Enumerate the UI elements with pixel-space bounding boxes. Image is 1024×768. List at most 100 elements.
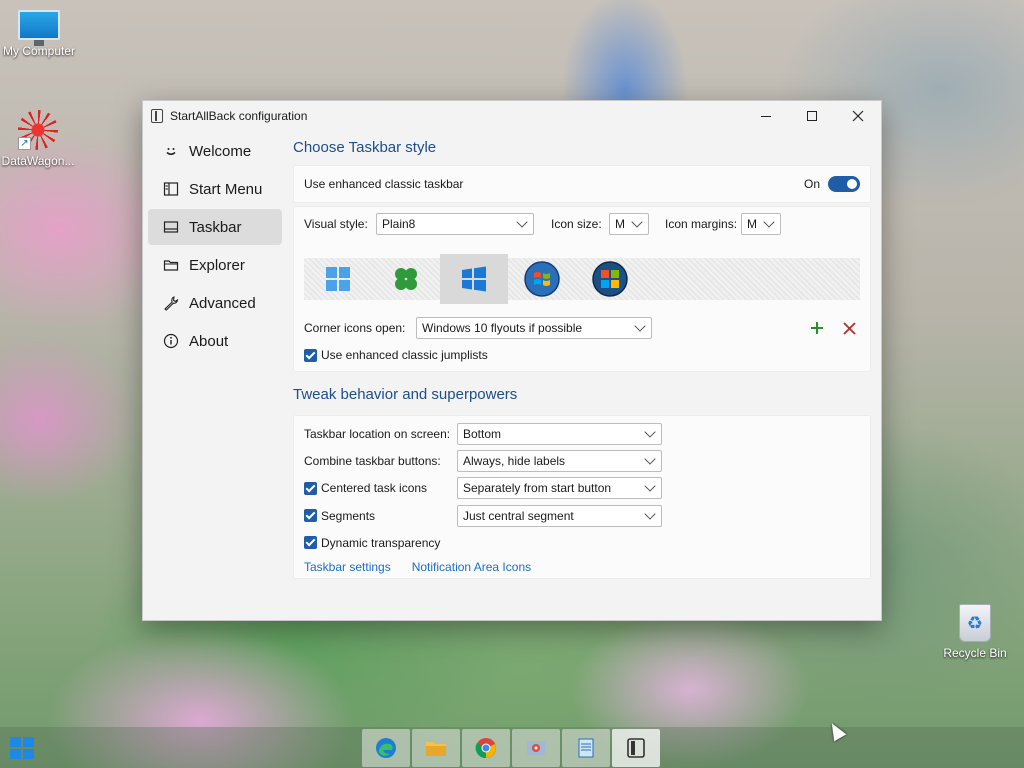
chevron-down-icon bbox=[644, 425, 656, 438]
taskbar-app-chrome[interactable] bbox=[462, 729, 510, 767]
taskbar-icon bbox=[162, 218, 180, 236]
taskbar-app-control-panel[interactable] bbox=[512, 729, 560, 767]
style-option-windows-11[interactable] bbox=[304, 258, 372, 300]
desktop-icon-my-computer[interactable]: My Computer bbox=[0, 10, 79, 58]
location-label: Taskbar location on screen: bbox=[304, 426, 451, 441]
segments-row: Segments Just central segment bbox=[294, 502, 870, 529]
title-bar[interactable]: StartAllBack configuration bbox=[143, 101, 881, 131]
taskbar-app-startallback[interactable] bbox=[612, 729, 660, 767]
enhanced-taskbar-label: Use enhanced classic taskbar bbox=[304, 177, 464, 191]
style-option-windows-7[interactable] bbox=[508, 258, 576, 300]
enhanced-taskbar-toggle[interactable] bbox=[828, 176, 860, 192]
start-button[interactable] bbox=[10, 737, 34, 759]
location-row: Taskbar location on screen: Bottom bbox=[294, 420, 870, 447]
sidebar-item-label: Advanced bbox=[189, 294, 256, 312]
enhanced-taskbar-row: Use enhanced classic taskbar On bbox=[293, 165, 871, 203]
centered-label: Centered task icons bbox=[321, 481, 428, 495]
section-title-tweak: Tweak behavior and superpowers bbox=[293, 386, 518, 403]
chrome-icon bbox=[475, 738, 496, 759]
visual-style-label: Visual style: bbox=[304, 217, 368, 231]
section-title-taskbar-style: Choose Taskbar style bbox=[293, 139, 437, 156]
sidebar-item-taskbar[interactable]: Taskbar bbox=[148, 209, 282, 245]
maximize-icon bbox=[807, 111, 817, 121]
chevron-down-icon bbox=[631, 216, 643, 228]
icon-margins-label: Icon margins: bbox=[665, 217, 738, 231]
segments-label: Segments bbox=[321, 508, 376, 523]
taskbar-style-panel: Visual style: Plain8 Icon size: M Icon m… bbox=[293, 206, 871, 372]
sidebar-item-start-menu[interactable]: Start Menu bbox=[148, 171, 282, 207]
sidebar-item-label: Welcome bbox=[189, 142, 252, 160]
jumplists-row[interactable]: Use enhanced classic jumplists bbox=[294, 345, 870, 365]
desktop-icon-recycle-bin[interactable]: ♻ Recycle Bin bbox=[935, 604, 1015, 660]
icon-size-select[interactable]: M bbox=[609, 213, 649, 235]
file-explorer-icon bbox=[426, 742, 446, 756]
plus-icon bbox=[811, 322, 823, 334]
location-select[interactable]: Bottom bbox=[457, 422, 662, 445]
chevron-down-icon bbox=[516, 216, 528, 228]
start-menu-icon bbox=[162, 180, 180, 198]
combine-value: Always, hide labels bbox=[463, 453, 566, 468]
centered-checkbox[interactable] bbox=[304, 481, 317, 495]
dynamic-transparency-row[interactable]: Dynamic transparency bbox=[294, 529, 870, 556]
icon-size-value: M bbox=[615, 217, 625, 231]
startallback-app-icon bbox=[151, 109, 163, 123]
notification-area-icons-link[interactable]: Notification Area Icons bbox=[412, 560, 531, 574]
chevron-down-icon bbox=[644, 480, 656, 492]
sidebar-item-welcome[interactable]: Welcome bbox=[148, 133, 282, 169]
remove-button[interactable] bbox=[838, 321, 860, 335]
close-red-icon bbox=[842, 321, 856, 335]
taskbar-app-file-explorer[interactable] bbox=[412, 729, 460, 767]
wrench-icon bbox=[162, 294, 180, 312]
content-area: Choose Taskbar style Use enhanced classi… bbox=[293, 133, 871, 579]
taskbar-style-options bbox=[304, 254, 860, 304]
dynamic-transparency-checkbox[interactable] bbox=[304, 536, 317, 549]
sidebar-item-about[interactable]: About bbox=[148, 323, 282, 359]
enhanced-taskbar-state: On bbox=[803, 177, 820, 191]
taskbar bbox=[0, 727, 1024, 768]
segments-toggle[interactable]: Segments bbox=[304, 509, 457, 523]
links-row: Taskbar settings Notification Area Icons bbox=[294, 556, 870, 578]
visual-style-value: Plain8 bbox=[382, 217, 416, 231]
sidebar-item-label: About bbox=[189, 332, 229, 350]
windows-11-style-icon bbox=[326, 267, 350, 291]
style-option-windows-10[interactable] bbox=[440, 254, 508, 304]
jumplists-label: Use enhanced classic jumplists bbox=[321, 348, 488, 362]
desktop-icon-datawagon[interactable]: ↗ DataWagon... bbox=[0, 110, 78, 168]
style-option-clover[interactable] bbox=[372, 258, 440, 300]
maximize-button[interactable] bbox=[789, 101, 835, 131]
notepad-icon bbox=[578, 738, 594, 758]
jumplists-checkbox[interactable] bbox=[304, 348, 317, 362]
combine-label: Combine taskbar buttons: bbox=[304, 453, 441, 468]
corner-icons-select[interactable]: Windows 10 flyouts if possible bbox=[416, 317, 652, 339]
chevron-down-icon bbox=[644, 452, 656, 465]
smile-icon bbox=[162, 142, 180, 160]
centered-toggle[interactable]: Centered task icons bbox=[304, 481, 457, 495]
taskbar-app-notepad[interactable] bbox=[562, 729, 610, 767]
minimize-button[interactable] bbox=[743, 101, 789, 131]
sidebar-item-label: Taskbar bbox=[189, 218, 242, 236]
close-button[interactable] bbox=[835, 101, 881, 131]
corner-icons-row: Corner icons open: Windows 10 flyouts if… bbox=[294, 316, 870, 340]
sidebar-item-label: Start Menu bbox=[189, 180, 263, 198]
centered-value: Separately from start button bbox=[463, 481, 612, 495]
style-option-windows-vista[interactable] bbox=[576, 258, 644, 300]
sidebar-item-advanced[interactable]: Advanced bbox=[148, 285, 282, 321]
datawagon-icon: ↗ bbox=[18, 110, 58, 150]
start-icon bbox=[10, 737, 21, 747]
taskbar-settings-link[interactable]: Taskbar settings bbox=[304, 560, 391, 574]
combine-select[interactable]: Always, hide labels bbox=[457, 449, 662, 472]
taskbar-app-edge[interactable] bbox=[362, 729, 410, 767]
segments-checkbox[interactable] bbox=[304, 509, 317, 522]
edge-icon bbox=[376, 738, 396, 758]
windows-vista-orb-icon bbox=[592, 261, 628, 297]
add-button[interactable] bbox=[806, 321, 828, 335]
centered-select[interactable]: Separately from start button bbox=[457, 477, 662, 499]
desktop-icon-label: My Computer bbox=[2, 44, 76, 58]
segments-select[interactable]: Just central segment bbox=[457, 504, 662, 527]
shortcut-arrow-icon: ↗ bbox=[18, 137, 31, 150]
minimize-icon bbox=[761, 115, 771, 117]
icon-margins-select[interactable]: M bbox=[741, 213, 781, 235]
startallback-icon bbox=[627, 738, 645, 758]
visual-style-select[interactable]: Plain8 bbox=[376, 213, 534, 235]
sidebar-item-explorer[interactable]: Explorer bbox=[148, 247, 282, 283]
